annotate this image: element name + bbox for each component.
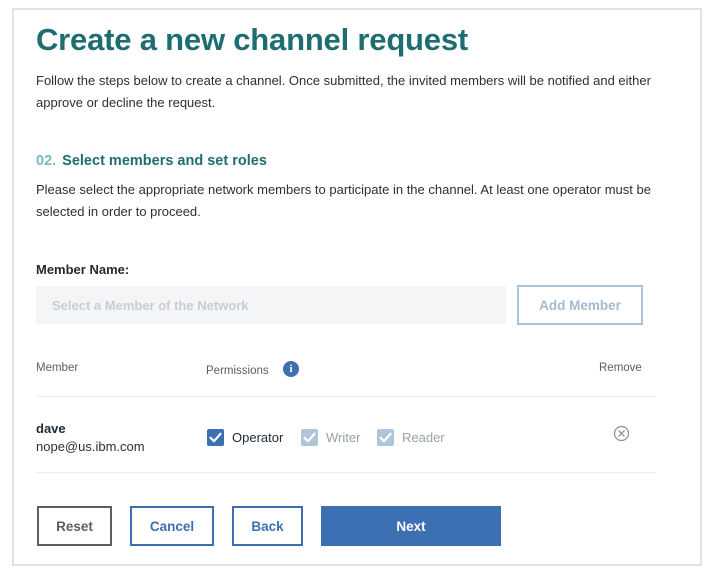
permission-reader: Reader xyxy=(377,428,445,446)
cancel-button[interactable]: Cancel xyxy=(130,506,214,546)
writer-checkbox xyxy=(301,428,318,446)
member-name: dave xyxy=(36,421,66,436)
back-button[interactable]: Back xyxy=(232,506,303,546)
reset-button[interactable]: Reset xyxy=(37,506,112,546)
table-divider-top xyxy=(36,396,656,397)
step-title: Select members and set roles xyxy=(62,153,267,169)
column-header-remove: Remove xyxy=(599,362,642,374)
page-title: Create a new channel request xyxy=(36,22,469,57)
permission-writer: Writer xyxy=(301,428,360,446)
intro-text: Follow the steps below to create a chann… xyxy=(36,73,651,110)
operator-label: Operator xyxy=(232,429,284,445)
member-name-input[interactable] xyxy=(36,286,506,324)
reader-label: Reader xyxy=(402,429,445,445)
add-member-button[interactable]: Add Member xyxy=(517,285,643,325)
step-number: 02. xyxy=(36,153,57,169)
operator-checkbox[interactable] xyxy=(207,428,224,446)
member-email: nope@us.ibm.com xyxy=(36,439,145,454)
table-divider-bottom xyxy=(36,472,656,473)
permission-operator[interactable]: Operator xyxy=(207,428,283,446)
writer-label: Writer xyxy=(326,429,361,445)
member-name-label: Member Name: xyxy=(36,262,130,277)
next-button[interactable]: Next xyxy=(321,506,501,546)
reader-checkbox xyxy=(377,428,394,446)
step-description: Please select the appropriate network me… xyxy=(36,182,651,219)
column-header-member: Member xyxy=(36,362,79,374)
close-circle-icon[interactable] xyxy=(613,425,630,442)
info-icon[interactable]: i xyxy=(283,361,299,377)
step-heading: 02. Select members and set roles xyxy=(36,153,267,169)
column-header-permissions: Permissions xyxy=(206,365,269,377)
